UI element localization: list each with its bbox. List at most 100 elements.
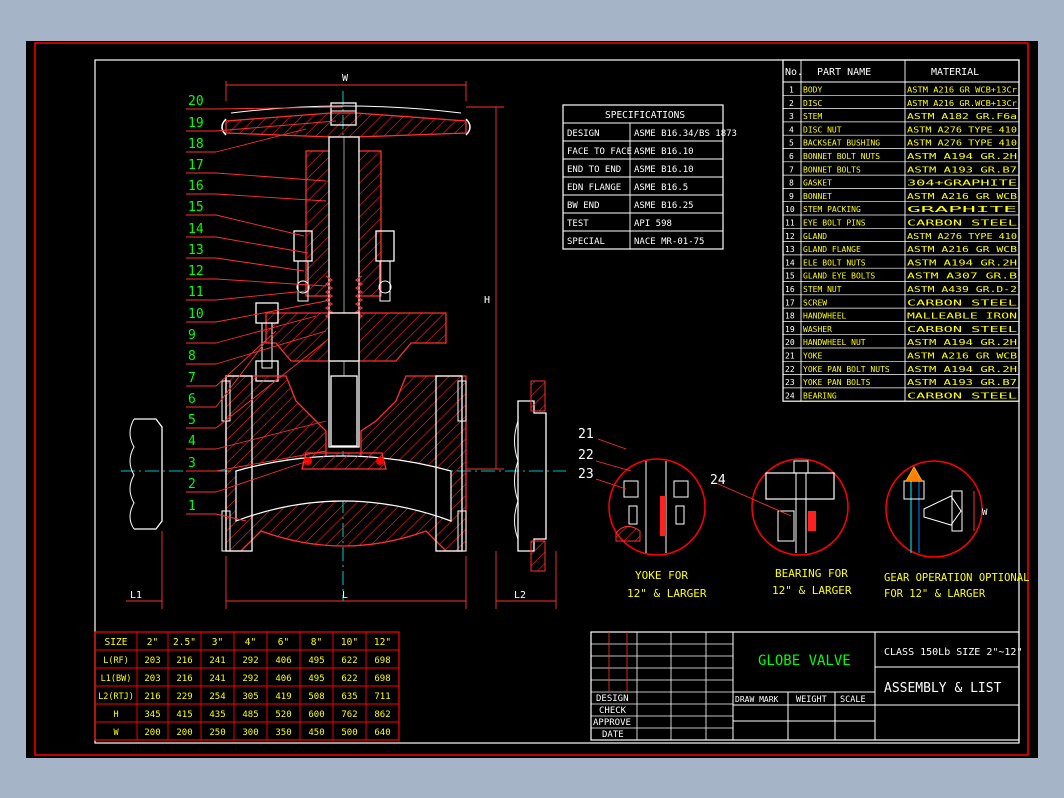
- size-cell: 200: [144, 728, 160, 738]
- part-name: GASKET: [803, 179, 832, 188]
- part-number: 10: [785, 205, 795, 214]
- part-material: CARBON STEEL: [907, 391, 1018, 400]
- part-number: 17: [785, 298, 795, 307]
- part-name: STEM: [803, 112, 822, 121]
- detail-callout-24: 24: [710, 473, 726, 488]
- size-row-label: L(RF): [103, 656, 129, 666]
- size-cell: 435: [209, 710, 225, 720]
- bearing-caption-2: 12" & LARGER: [772, 584, 852, 597]
- spec-key: TEST: [567, 219, 589, 229]
- callout-3: 3: [188, 456, 196, 471]
- size-dimension-table: SIZE 2" 2.5" 3" 4" 6" 8" 10" 12" L(RF) 203 216 241 29…: [94, 631, 400, 741]
- detail-callout-23: 23: [578, 467, 594, 482]
- size-cell: 203: [144, 656, 160, 666]
- drawing-subtitle: ASSEMBLY & LIST: [884, 681, 1002, 696]
- callout-19: 19: [188, 116, 204, 131]
- size-row-label: L1(BW): [101, 674, 132, 684]
- part-name: STEM NUT: [803, 285, 842, 294]
- callout-10: 10: [188, 307, 204, 322]
- callout-2: 2: [188, 477, 196, 492]
- dim-h-label: H: [484, 295, 490, 306]
- callout-pointer-15: [215, 214, 305, 237]
- part-name: DISC: [803, 99, 822, 108]
- callout-4: 4: [188, 434, 196, 449]
- part-number: 22: [785, 365, 795, 374]
- part-number: 19: [785, 325, 795, 334]
- part-number: 15: [785, 272, 795, 281]
- size-cell: 485: [242, 710, 258, 720]
- part-material: ASTM A276 TYPE 410: [907, 139, 1018, 148]
- callout-15: 15: [188, 200, 204, 215]
- callout-pointer-11: [215, 290, 307, 301]
- part-material: ASTM A194 GR.2H: [907, 152, 1018, 161]
- size-cell: 495: [308, 656, 324, 666]
- size-cell: 862: [374, 710, 390, 720]
- part-number: 5: [789, 139, 794, 148]
- dim-l2-label: L2: [514, 590, 526, 601]
- spec-key: BW END: [567, 201, 600, 211]
- size-cell: 229: [176, 692, 192, 702]
- part-number: 1: [789, 86, 794, 95]
- part-name: BONNET BOLT NUTS: [803, 152, 880, 161]
- part-number: 8: [789, 179, 794, 188]
- size-cell: 250: [209, 728, 225, 738]
- size-cell: 520: [275, 710, 291, 720]
- size-cell: 241: [209, 656, 225, 666]
- parts-list-table: No. PART NAME MATERIAL 1 BODY ASTM A216 GR WC…: [782, 59, 1020, 402]
- dim-w-label: W: [342, 73, 349, 84]
- part-name: BONNET BOLTS: [803, 165, 861, 174]
- part-material: ASTM A182 GR.F6a: [907, 112, 1017, 121]
- callout-12: 12: [188, 264, 204, 279]
- callout-11: 11: [188, 285, 204, 300]
- callout-9: 9: [188, 328, 196, 343]
- size-cell: 698: [374, 674, 390, 684]
- size-cell: 698: [374, 656, 390, 666]
- size-cell: 622: [341, 656, 357, 666]
- part-name: WASHER: [803, 325, 832, 334]
- parts-header: PART NAME: [817, 67, 871, 78]
- detail-callout-22: 22: [578, 448, 594, 463]
- size-header: 3": [212, 637, 223, 648]
- part-name: DISC NUT: [803, 125, 842, 134]
- part-material: CARBON STEEL: [907, 325, 1018, 334]
- callout-16: 16: [188, 179, 204, 194]
- part-material: 304+GRAPHITE: [907, 179, 1018, 188]
- part-name: GLAND EYE BOLTS: [803, 272, 875, 281]
- spec-value: NACE MR-01-75: [634, 237, 704, 247]
- size-cell: 350: [275, 728, 291, 738]
- part-material: ASTM A193 GR.B7: [907, 378, 1017, 387]
- part-number: 3: [789, 112, 794, 121]
- gear-detail-circle: [885, 460, 983, 558]
- yoke-caption-1: YOKE FOR: [635, 569, 688, 582]
- size-header: 6": [278, 637, 289, 648]
- callout-13: 13: [188, 243, 204, 258]
- size-cell: 622: [341, 674, 357, 684]
- size-header: 4": [245, 637, 256, 648]
- callout-20: 20: [188, 94, 204, 109]
- part-name: YOKE PAN BOLT NUTS: [803, 365, 890, 374]
- part-name: BONNET: [803, 192, 832, 201]
- size-header: 12": [374, 637, 391, 648]
- part-name: HANDWHEEL NUT: [803, 338, 866, 347]
- spec-value: ASME B16.5: [634, 183, 688, 193]
- part-number: 11: [785, 219, 795, 228]
- size-header: 2": [147, 637, 158, 648]
- callout-14: 14: [188, 222, 204, 237]
- gear-caption-2: FOR 12" & LARGER: [884, 588, 986, 600]
- part-material: CARBON STEEL: [907, 298, 1018, 307]
- size-cell: 495: [308, 674, 324, 684]
- part-material: ASTM A216 GR WCB: [907, 245, 1018, 254]
- spec-value: ASME B16.10: [634, 165, 694, 175]
- part-material: ASTM A194 GR.2H: [907, 258, 1018, 267]
- spec-key: EDN FLANGE: [567, 183, 621, 193]
- part-name: EYE BOLT PINS: [803, 219, 866, 228]
- class-size-label: CLASS 150Lb SIZE 2"~12": [884, 647, 1022, 658]
- callout-7: 7: [188, 371, 196, 386]
- part-name: YOKE PAN BOLTS: [803, 378, 871, 387]
- part-name: BODY: [803, 86, 822, 95]
- part-name: ELE BOLT NUTS: [803, 258, 866, 267]
- callout-8: 8: [188, 349, 196, 364]
- cad-drawing-canvas[interactable]: W H L L1 L2 20 19 18 17 16 15 14 13 12 11 10 9 8 7 6 5 4…: [26, 41, 1038, 758]
- part-material: ASTM A193 GR.B7: [907, 165, 1017, 174]
- size-cell: 600: [308, 710, 324, 720]
